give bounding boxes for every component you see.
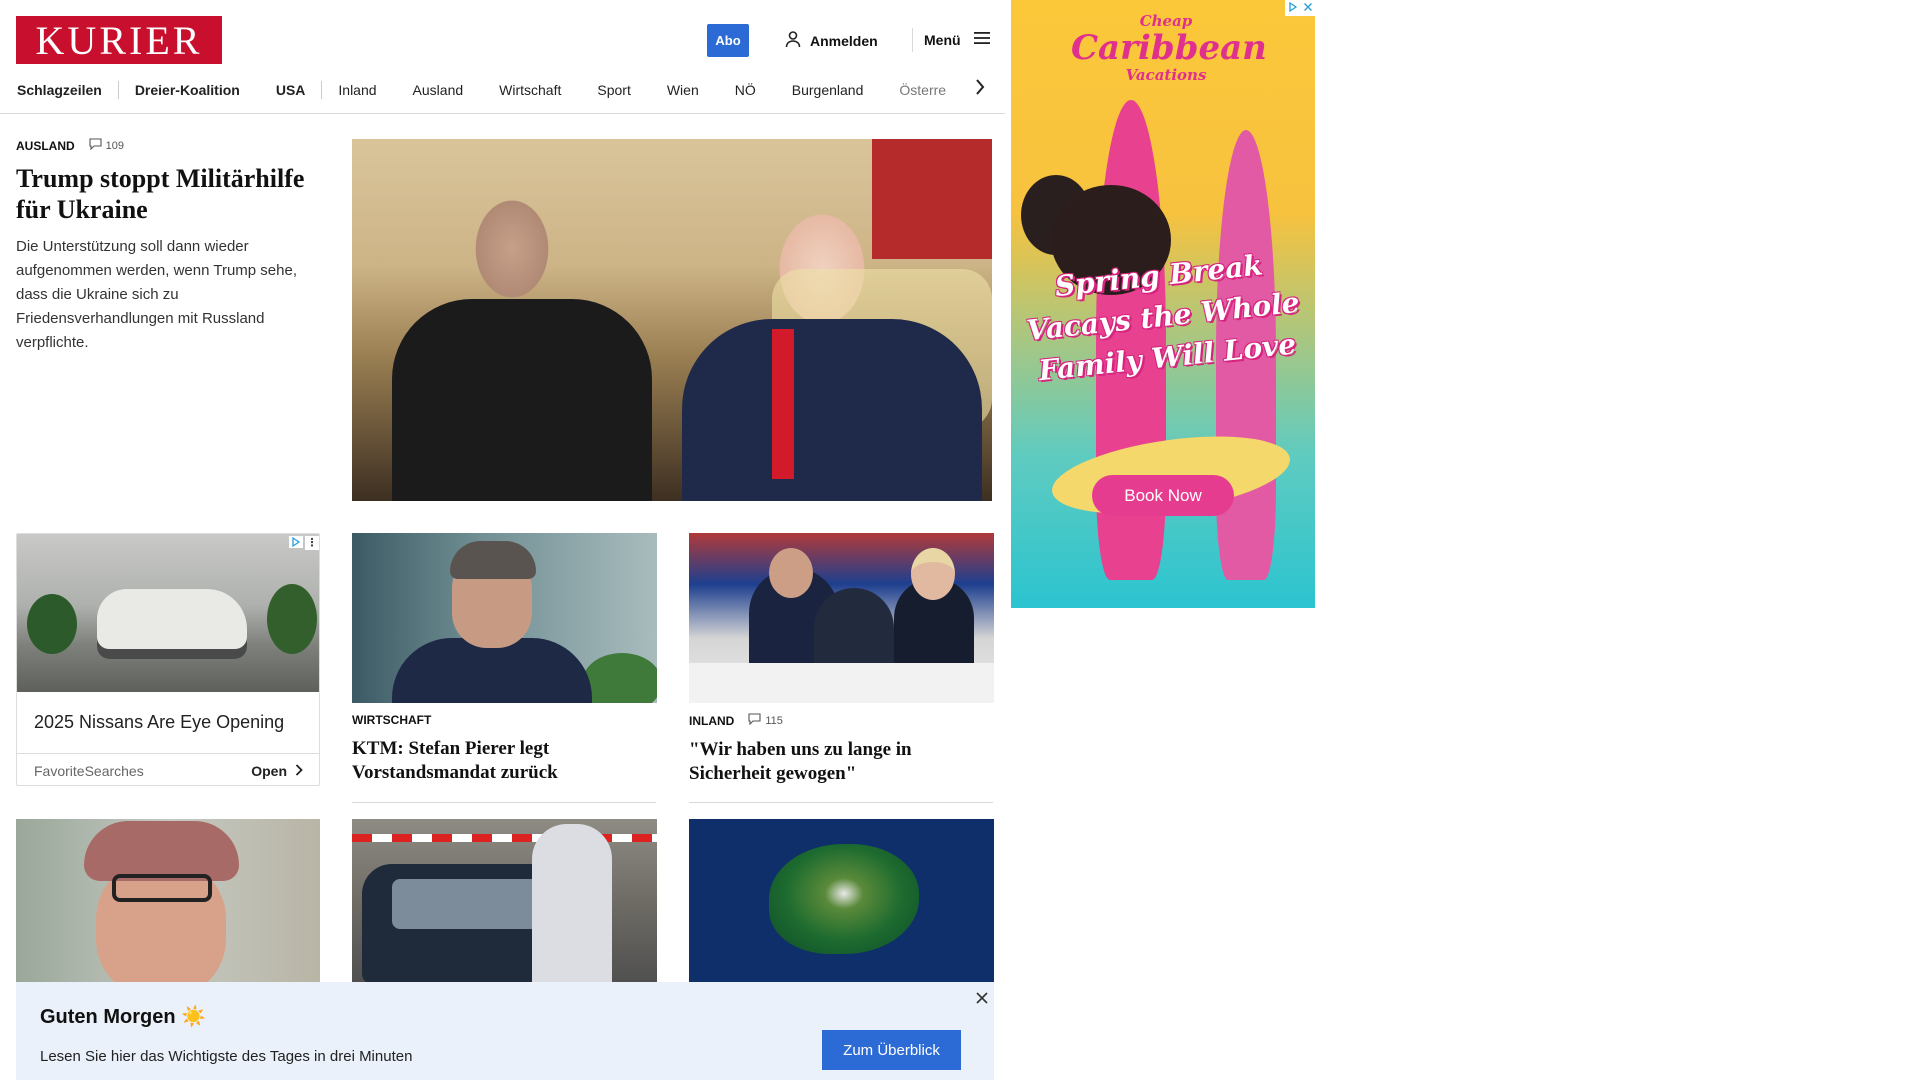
side-banner-ad[interactable]: Cheap Caribbean Vacations Spring Break V… xyxy=(1011,0,1315,608)
header-divider xyxy=(912,28,913,52)
nav-item-inland[interactable]: Inland xyxy=(338,82,376,98)
comment-count[interactable]: 115 xyxy=(748,713,783,728)
kurier-logo[interactable]: KURIER xyxy=(16,16,222,64)
adchoices-icon[interactable] xyxy=(1288,0,1298,17)
nav-item-usa[interactable]: USA xyxy=(276,82,306,98)
comment-count[interactable]: 109 xyxy=(89,138,124,153)
article-image-crash[interactable] xyxy=(352,819,657,982)
banner-title: Guten Morgen ☀️ xyxy=(40,1006,207,1028)
ad-brand: Cheap Caribbean Vacations xyxy=(1071,12,1267,84)
hero-article[interactable]: AUSLAND 109 Trump stoppt Militärhilfe fü… xyxy=(16,138,321,355)
ad-title[interactable]: 2025 Nissans Are Eye Opening xyxy=(34,712,284,733)
sponsored-ad-card[interactable]: ⋮ 2025 Nissans Are Eye Opening FavoriteS… xyxy=(16,533,320,786)
nav-divider xyxy=(321,81,323,99)
nav-item-wirtschaft[interactable]: Wirtschaft xyxy=(499,82,561,98)
overview-button[interactable]: Zum Überblick xyxy=(822,1030,961,1070)
hero-title[interactable]: Trump stoppt Militärhilfe für Ukraine xyxy=(16,163,321,225)
chevron-right-icon xyxy=(295,763,303,779)
menu-label: Menü xyxy=(924,31,961,48)
close-icon xyxy=(975,991,989,1010)
nav-scroll-right[interactable] xyxy=(972,78,988,100)
ad-controls xyxy=(1285,0,1315,16)
login-link[interactable]: Anmelden xyxy=(784,30,878,51)
site-header: KURIER Abo Anmelden Menü Schlagzeilen Dr… xyxy=(0,0,1005,114)
login-label: Anmelden xyxy=(810,32,878,49)
ad-footer: FavoriteSearches Open xyxy=(17,753,319,785)
article-image-inland[interactable] xyxy=(689,533,994,703)
card-divider xyxy=(689,802,993,803)
nav-item-oesterreich[interactable]: Österre xyxy=(899,82,946,98)
comment-count-value: 109 xyxy=(105,139,125,152)
ad-open-label: Open xyxy=(251,762,287,779)
banner-subtitle: Lesen Sie hier das Wichtigste des Tages … xyxy=(40,1048,413,1065)
nav-item-sport[interactable]: Sport xyxy=(597,82,630,98)
nav-item-dreier-koalition[interactable]: Dreier-Koalition xyxy=(135,82,240,98)
menu-button[interactable]: Menü xyxy=(924,30,991,49)
nav-item-noe[interactable]: NÖ xyxy=(735,82,756,98)
nav-divider xyxy=(117,81,119,99)
adchoices-icon[interactable] xyxy=(289,536,303,548)
book-now-button[interactable]: Book Now xyxy=(1092,475,1234,516)
section-nav: Schlagzeilen Dreier-Koalition USA Inland… xyxy=(17,78,987,102)
article-image-island[interactable] xyxy=(689,819,994,982)
user-icon xyxy=(784,30,802,51)
ad-image[interactable]: ⋮ xyxy=(17,534,319,692)
nav-item-schlagzeilen[interactable]: Schlagzeilen xyxy=(17,82,102,98)
comment-icon xyxy=(89,138,102,153)
close-icon[interactable] xyxy=(1303,0,1313,17)
nav-item-burgenland[interactable]: Burgenland xyxy=(792,82,864,98)
comment-count-value: 115 xyxy=(765,714,783,727)
hero-meta: AUSLAND 109 xyxy=(16,138,321,153)
ad-open-button[interactable]: Open xyxy=(251,763,303,779)
ad-brand-bottom: Vacations xyxy=(1125,66,1207,84)
article-title[interactable]: "Wir haben uns zu lange in Sicherheit ge… xyxy=(689,738,994,786)
article-title[interactable]: KTM: Stefan Pierer legt Vorstandsmandat … xyxy=(352,737,657,785)
nav-item-wien[interactable]: Wien xyxy=(667,82,699,98)
nav-item-ausland[interactable]: Ausland xyxy=(413,82,464,98)
hero-teaser: Die Unterstützung soll dann wieder aufge… xyxy=(16,238,297,351)
ad-source: FavoriteSearches xyxy=(34,762,144,779)
category-label: AUSLAND xyxy=(16,138,75,153)
article-card-wirtschaft[interactable]: WIRTSCHAFT KTM: Stefan Pierer legt Vorst… xyxy=(352,713,657,785)
article-meta: WIRTSCHAFT xyxy=(352,713,657,727)
chevron-right-icon xyxy=(975,78,985,100)
article-meta: INLAND 115 xyxy=(689,713,994,728)
hamburger-icon xyxy=(973,30,991,49)
ad-brand-main: Caribbean xyxy=(1071,28,1267,68)
article-card-inland[interactable]: INLAND 115 "Wir haben uns zu lange in Si… xyxy=(689,713,994,786)
comment-icon xyxy=(748,713,761,728)
category-label: WIRTSCHAFT xyxy=(352,713,432,727)
hero-image[interactable] xyxy=(352,139,992,501)
article-image-wirtschaft[interactable] xyxy=(352,533,657,703)
category-label: INLAND xyxy=(689,713,735,728)
close-banner-button[interactable] xyxy=(974,991,990,1010)
more-icon[interactable]: ⋮ xyxy=(305,536,319,550)
article-image-portrait[interactable] xyxy=(16,819,320,982)
card-divider xyxy=(352,802,656,803)
abo-button[interactable]: Abo xyxy=(707,24,749,57)
morning-briefing-banner: Guten Morgen ☀️ Lesen Sie hier das Wicht… xyxy=(16,982,994,1080)
